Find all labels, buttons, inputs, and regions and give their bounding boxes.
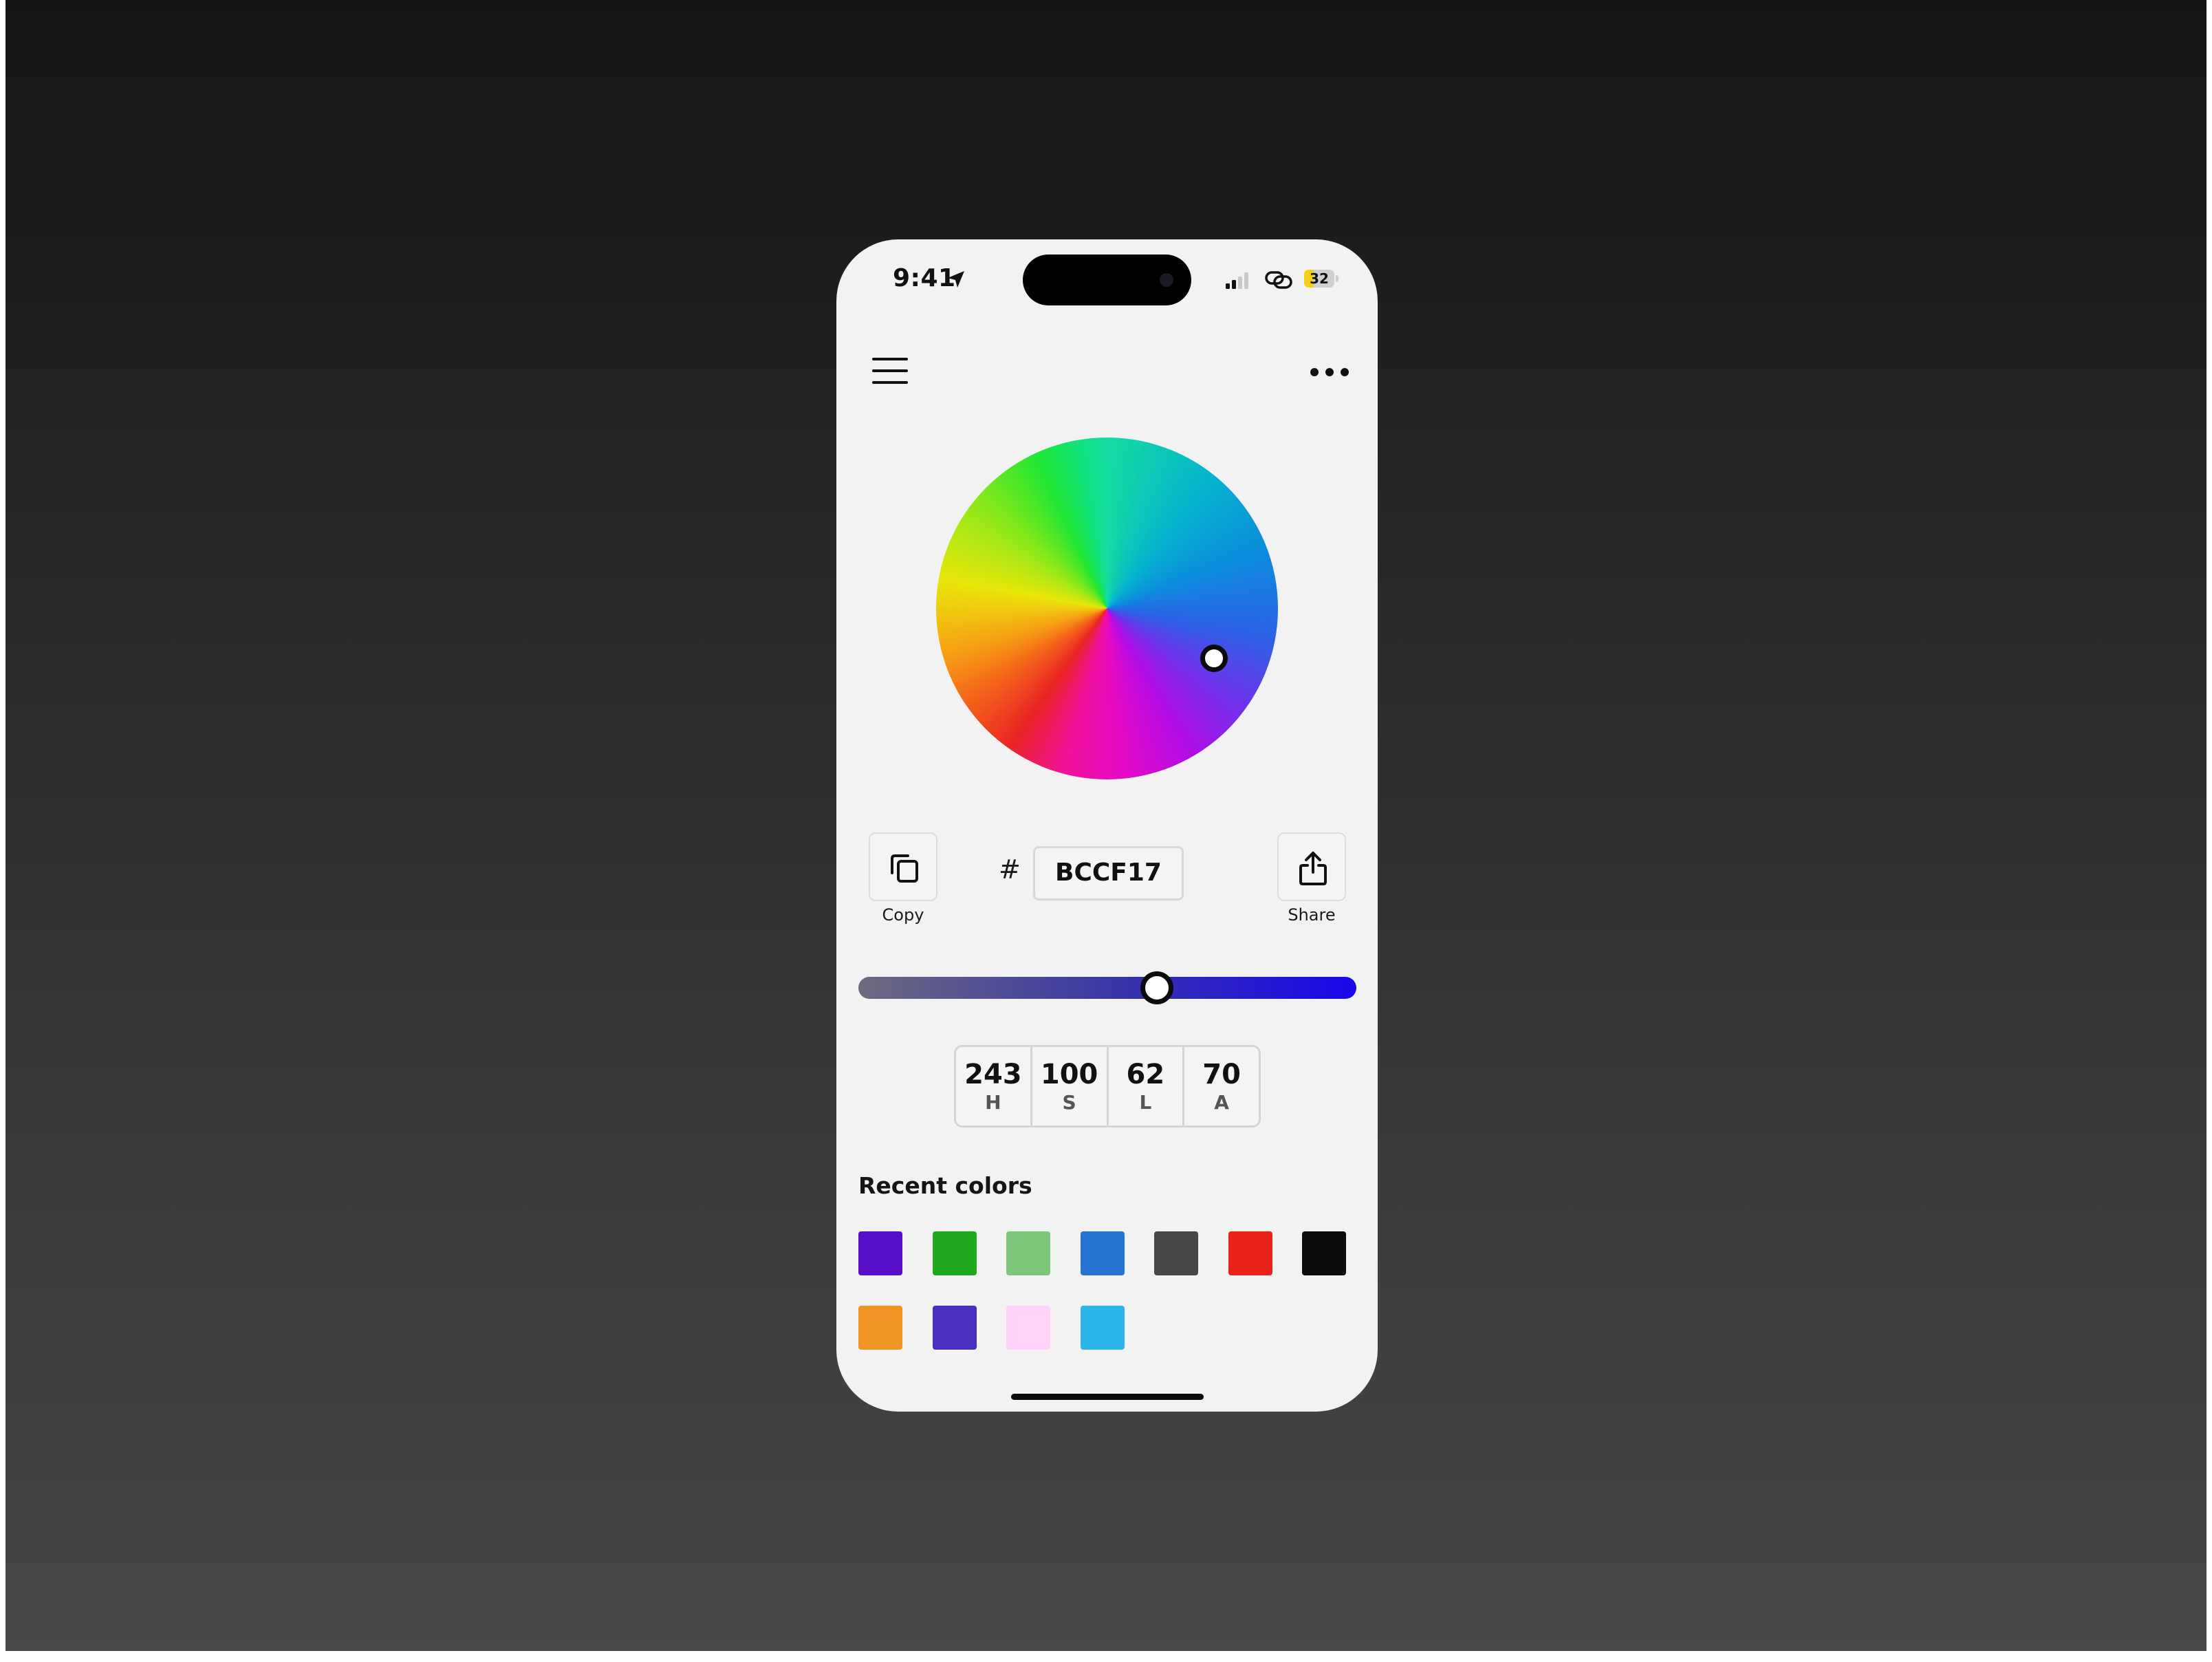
recent-color-swatch[interactable]: [1006, 1306, 1050, 1350]
recent-color-swatch[interactable]: [1228, 1231, 1272, 1275]
more-options-button[interactable]: [1307, 362, 1352, 382]
color-wheel[interactable]: [936, 438, 1278, 779]
recent-color-swatch[interactable]: [932, 1231, 977, 1275]
hsla-label: H: [985, 1091, 1001, 1114]
hsla-value: 243: [964, 1059, 1022, 1090]
camera-icon: [1160, 273, 1173, 287]
more-horizontal-icon: [1310, 368, 1349, 376]
location-arrow-icon: [948, 271, 964, 288]
recent-color-swatch[interactable]: [1302, 1231, 1346, 1275]
hsla-values: 243 H 100 S 62 L 70 A: [954, 1045, 1261, 1127]
phone-screen: 9:41 32 Copy # BCCF17 Share 243 H 100 S …: [836, 239, 1378, 1412]
copy-button[interactable]: [869, 832, 937, 901]
hsla-value: 62: [1126, 1059, 1165, 1090]
hsla-value: 70: [1202, 1059, 1241, 1090]
lightness-slider[interactable]: [858, 977, 1356, 999]
recent-color-swatch[interactable]: [1080, 1306, 1125, 1350]
hsla-cell-l[interactable]: 62 L: [1109, 1047, 1185, 1125]
recent-color-swatch[interactable]: [932, 1306, 977, 1350]
link-icon: [1265, 271, 1292, 289]
share-label: Share: [1288, 905, 1336, 925]
dynamic-island: [1023, 255, 1191, 305]
hamburger-menu-icon: [872, 358, 908, 384]
signal-icon: [1226, 272, 1248, 289]
battery-level: 32: [1310, 270, 1329, 287]
copy-label: Copy: [882, 905, 924, 925]
battery-icon: 32: [1304, 270, 1338, 288]
recent-color-swatch[interactable]: [1080, 1231, 1125, 1275]
recent-color-swatch[interactable]: [1154, 1231, 1198, 1275]
slider-thumb[interactable]: [1140, 971, 1174, 1004]
hsla-cell-a[interactable]: 70 A: [1184, 1047, 1259, 1125]
hsla-label: L: [1139, 1091, 1152, 1114]
color-wheel-handle[interactable]: [1200, 645, 1228, 672]
recent-color-swatch[interactable]: [1006, 1231, 1050, 1275]
recent-color-swatch[interactable]: [858, 1306, 902, 1350]
hash-symbol: #: [999, 854, 1021, 885]
hex-input[interactable]: BCCF17: [1033, 846, 1184, 900]
copy-icon: [891, 854, 918, 883]
hsla-cell-h[interactable]: 243 H: [956, 1047, 1032, 1125]
hsla-label: A: [1214, 1091, 1229, 1114]
hsla-value: 100: [1040, 1059, 1098, 1090]
menu-button[interactable]: [869, 355, 911, 387]
recent-colors-title: Recent colors: [858, 1172, 1032, 1199]
hsla-cell-s[interactable]: 100 S: [1032, 1047, 1109, 1125]
share-button[interactable]: [1277, 832, 1346, 901]
recent-color-swatch[interactable]: [858, 1231, 902, 1275]
hsla-label: S: [1062, 1091, 1076, 1114]
share-icon: [1299, 852, 1327, 885]
home-indicator: [1011, 1394, 1204, 1400]
